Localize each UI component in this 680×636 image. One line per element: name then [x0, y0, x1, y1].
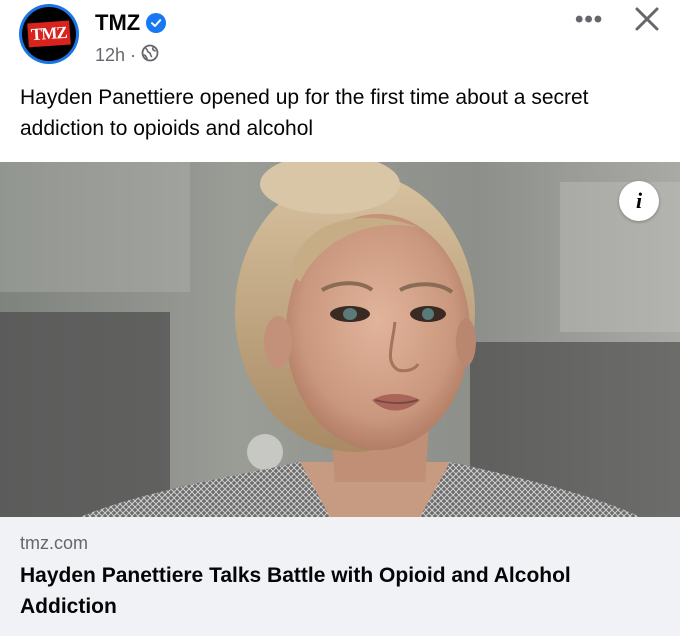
link-domain: tmz.com [20, 533, 89, 553]
post-header: TMZ TMZ 12h · ••• [0, 0, 680, 75]
globe-icon [141, 44, 159, 67]
link-preview-image[interactable] [0, 162, 680, 517]
verified-badge-icon [146, 13, 167, 33]
page-avatar[interactable]: TMZ [19, 4, 79, 64]
link-title[interactable]: Hayden Panettiere Talks Battle with Opio… [20, 560, 660, 622]
info-icon[interactable]: i [619, 181, 659, 221]
close-icon[interactable] [630, 2, 664, 36]
more-options-icon[interactable]: ••• [575, 6, 603, 34]
post-meta: 12h · [95, 44, 159, 67]
page-name-link[interactable]: TMZ [95, 10, 140, 36]
post-caption: Hayden Panettiere opened up for the firs… [20, 86, 589, 140]
page-name-row: TMZ [95, 10, 167, 36]
link-preview-card[interactable]: tmz.com Hayden Panettiere Talks Battle w… [0, 517, 680, 636]
meta-separator: · [130, 45, 137, 65]
logo-text: TMZ [27, 20, 71, 48]
tmz-logo: TMZ [22, 7, 76, 61]
post-timestamp[interactable]: 12h [95, 45, 125, 66]
